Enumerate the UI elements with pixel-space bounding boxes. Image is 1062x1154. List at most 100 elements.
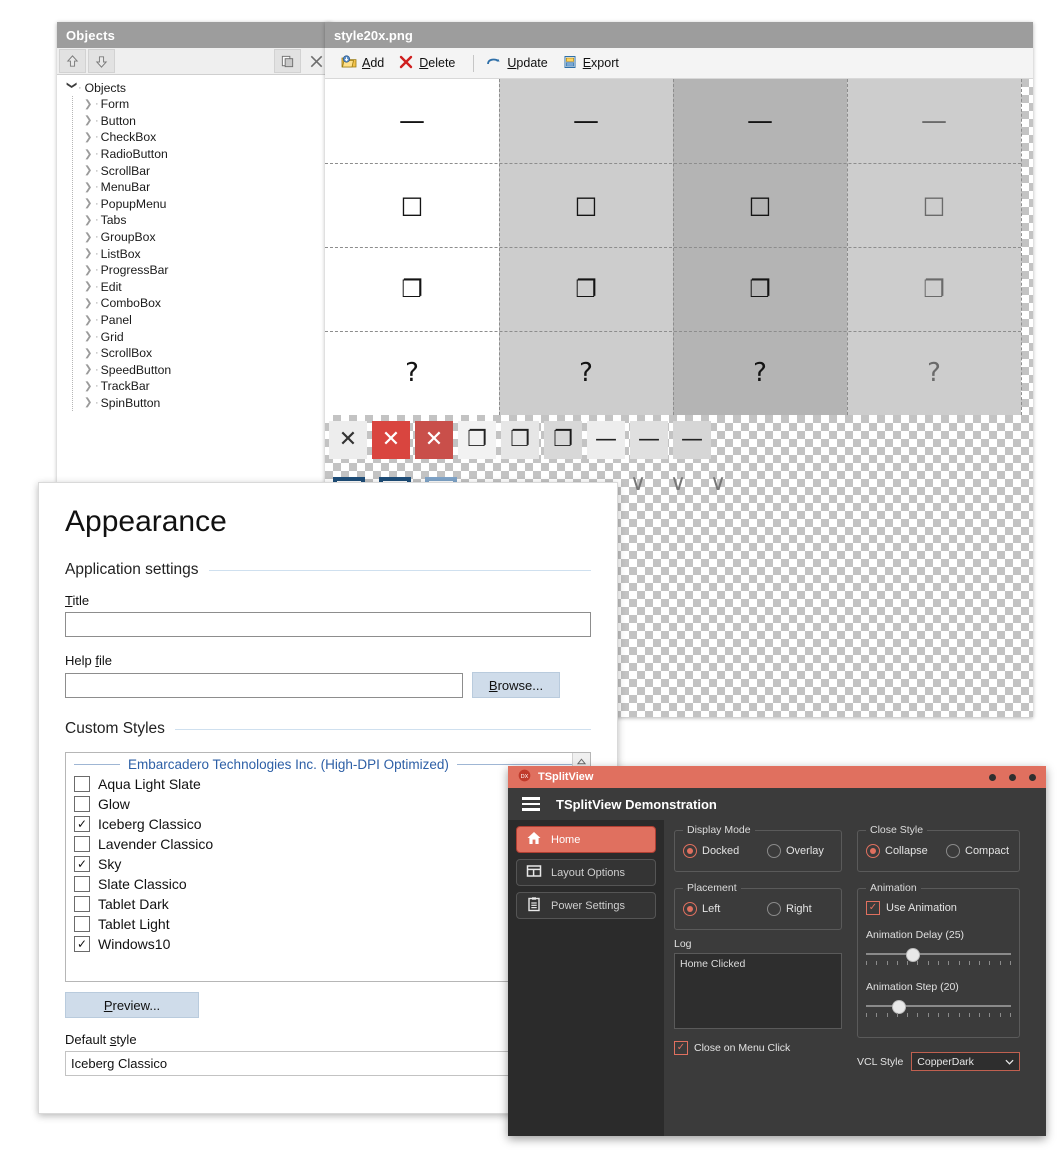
sprite-help-state1[interactable]: ? (325, 331, 499, 415)
sprite-minimize-state1[interactable]: — (325, 79, 499, 163)
checkbox-icon[interactable]: ✓ (74, 856, 90, 872)
maximize-dot-button[interactable] (1009, 773, 1016, 781)
sprite-help-state2[interactable]: ? (499, 331, 673, 415)
export-button[interactable]: Export (558, 52, 629, 75)
copy-button[interactable] (274, 49, 301, 73)
tree-item-edit[interactable]: ❯ · Edit (73, 279, 332, 296)
delete-button[interactable]: Delete (394, 52, 465, 75)
tree-item-scrollbox[interactable]: ❯ · ScrollBox (73, 345, 332, 362)
sidebar-item-power-settings[interactable]: Power Settings (516, 892, 656, 919)
tree-item-speedbutton[interactable]: ❯ · SpeedButton (73, 362, 332, 379)
radio-collapse[interactable]: Collapse (866, 844, 946, 858)
sprite-maximize-state4[interactable]: □ (847, 163, 1021, 247)
checkbox-icon[interactable]: ✓ (74, 936, 90, 952)
tree-item-form[interactable]: ❯ · Form (73, 96, 332, 113)
preview-button[interactable]: Preview... (65, 992, 199, 1018)
update-button[interactable]: Update (482, 52, 557, 75)
sidebar-item-layout-options[interactable]: Layout Options (516, 859, 656, 886)
title-input[interactable] (65, 612, 591, 637)
sprite-small-1[interactable]: ✕ (372, 421, 410, 459)
animation-delay-slider[interactable] (866, 947, 1011, 967)
sprite-minimize-state4[interactable]: — (847, 79, 1021, 163)
sprite-chevron-1[interactable]: ∨ (661, 469, 695, 499)
chevron-right-icon[interactable]: ❯ (84, 397, 95, 408)
sprite-small-4[interactable]: ❐ (501, 421, 539, 459)
animation-step-slider[interactable] (866, 999, 1011, 1019)
tree-item-listbox[interactable]: ❯ · ListBox (73, 245, 332, 262)
chevron-right-icon[interactable]: ❯ (84, 315, 95, 326)
tree-item-spinbutton[interactable]: ❯ · SpinButton (73, 395, 332, 412)
log-box[interactable]: Home Clicked (674, 953, 842, 1029)
chevron-right-icon[interactable]: ❯ (84, 132, 95, 143)
add-button[interactable]: Add (337, 52, 394, 75)
sprite-restore-state3[interactable]: ❐ (673, 247, 847, 331)
sprite-maximize-state2[interactable]: □ (499, 163, 673, 247)
radio-indicator[interactable] (767, 902, 781, 916)
tree-item-menubar[interactable]: ❯ · MenuBar (73, 179, 332, 196)
tree-item-checkbox[interactable]: ❯ · CheckBox (73, 129, 332, 146)
radio-indicator[interactable] (767, 844, 781, 858)
use-animation-checkbox[interactable]: ✓ Use Animation (866, 901, 1011, 915)
tree-item-button[interactable]: ❯ · Button (73, 113, 332, 130)
slider-knob[interactable] (906, 948, 921, 962)
sprite-chevron-0[interactable]: ∨ (621, 469, 655, 499)
radio-overlay[interactable]: Overlay (767, 844, 824, 858)
chevron-right-icon[interactable]: ❯ (84, 298, 95, 309)
checkbox-icon[interactable] (74, 876, 90, 892)
chevron-right-icon[interactable]: ❯ (84, 232, 95, 243)
move-up-button[interactable] (59, 49, 86, 73)
radio-docked[interactable]: Docked (683, 844, 767, 858)
checkbox-icon[interactable] (74, 896, 90, 912)
checkbox-icon[interactable] (74, 836, 90, 852)
tree-item-radiobutton[interactable]: ❯ · RadioButton (73, 146, 332, 163)
chevron-right-icon[interactable]: ❯ (84, 265, 95, 276)
radio-compact[interactable]: Compact (946, 844, 1009, 858)
sprite-small-8[interactable]: — (673, 421, 711, 459)
sprite-small-2[interactable]: ✕ (415, 421, 453, 459)
chevron-right-icon[interactable]: ❯ (84, 281, 95, 292)
chevron-down-icon[interactable]: ❯ (66, 81, 77, 94)
chevron-right-icon[interactable]: ❯ (84, 248, 95, 259)
minimize-dot-button[interactable] (989, 773, 996, 781)
chevron-right-icon[interactable]: ❯ (84, 381, 95, 392)
chevron-right-icon[interactable]: ❯ (84, 364, 95, 375)
hamburger-menu-icon[interactable] (522, 797, 540, 811)
tree-item-scrollbar[interactable]: ❯ · ScrollBar (73, 162, 332, 179)
chevron-right-icon[interactable]: ❯ (84, 331, 95, 342)
sprite-restore-state4[interactable]: ❐ (847, 247, 1021, 331)
move-down-button[interactable] (88, 49, 115, 73)
radio-indicator[interactable] (683, 844, 697, 858)
checkbox-icon[interactable] (74, 796, 90, 812)
slider-knob[interactable] (891, 1000, 906, 1014)
sprite-maximize-state3[interactable]: □ (673, 163, 847, 247)
tree-item-trackbar[interactable]: ❯ · TrackBar (73, 378, 332, 395)
radio-left[interactable]: Left (683, 902, 767, 916)
close-on-menu-click-checkbox[interactable]: ✓ Close on Menu Click (674, 1041, 842, 1055)
tree-item-grid[interactable]: ❯ · Grid (73, 328, 332, 345)
chevron-right-icon[interactable]: ❯ (84, 182, 95, 193)
help-file-input[interactable] (65, 673, 463, 698)
radio-indicator[interactable] (866, 844, 880, 858)
chevron-right-icon[interactable]: ❯ (84, 149, 95, 160)
objects-tree[interactable]: ❯ · Objects ❯ · Form ❯ · Button ❯ · CheckBox ❯ · Ra… (57, 75, 332, 483)
sprite-minimize-state2[interactable]: — (499, 79, 673, 163)
chevron-right-icon[interactable]: ❯ (84, 215, 95, 226)
radio-indicator[interactable] (946, 844, 960, 858)
sprite-small-5[interactable]: ❐ (544, 421, 582, 459)
radio-right[interactable]: Right (767, 902, 812, 916)
sprite-maximize-state1[interactable]: □ (325, 163, 499, 247)
window-controls[interactable] (989, 773, 1036, 781)
sprite-restore-state2[interactable]: ❐ (499, 247, 673, 331)
chevron-right-icon[interactable]: ❯ (84, 165, 95, 176)
sprite-help-state3[interactable]: ? (673, 331, 847, 415)
checkbox-icon[interactable] (74, 776, 90, 792)
checkbox-icon[interactable]: ✓ (866, 901, 880, 915)
browse-button[interactable]: Browse... (472, 672, 560, 698)
checkbox-icon[interactable]: ✓ (674, 1041, 688, 1055)
sprite-chevron-2[interactable]: ∨ (701, 469, 735, 499)
tree-item-progressbar[interactable]: ❯ · ProgressBar (73, 262, 332, 279)
tree-item-tabs[interactable]: ❯ · Tabs (73, 212, 332, 229)
sprite-help-state4[interactable]: ? (847, 331, 1021, 415)
tree-item-groupbox[interactable]: ❯ · GroupBox (73, 229, 332, 246)
chevron-right-icon[interactable]: ❯ (84, 99, 95, 110)
